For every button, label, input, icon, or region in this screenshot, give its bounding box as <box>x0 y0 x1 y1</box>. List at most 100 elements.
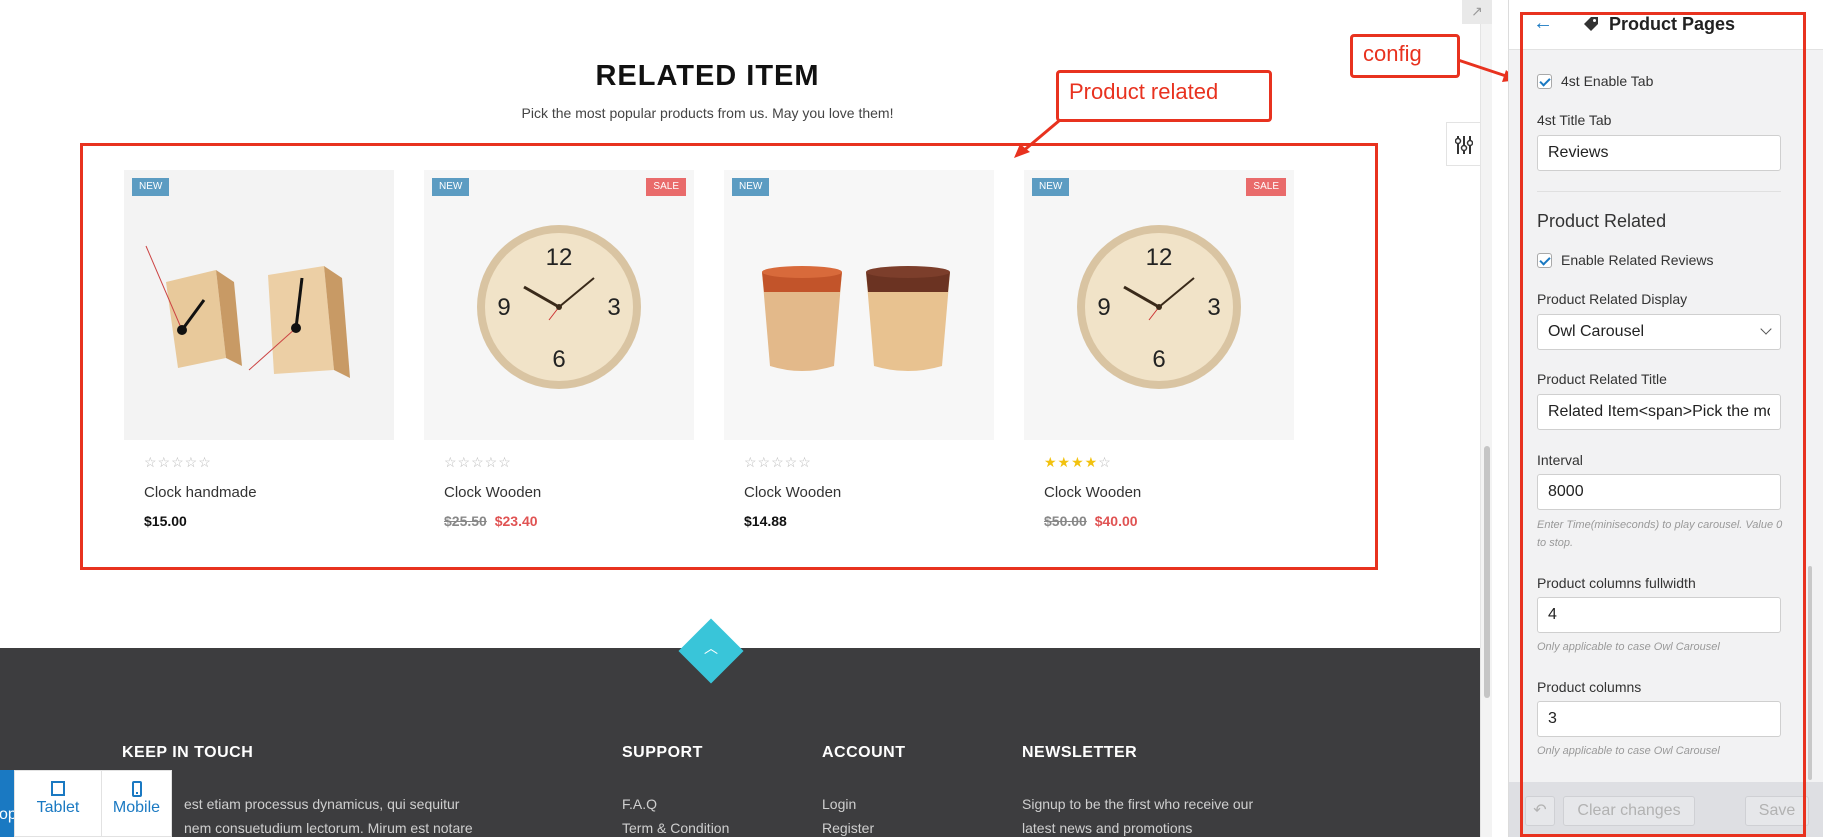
tab4-title-label: 4st Title Tab <box>1537 112 1612 128</box>
product-price: $15.00 <box>144 513 394 529</box>
annotation-arrow <box>1014 118 1061 158</box>
footer-link-login[interactable]: Login <box>822 792 906 816</box>
undo-icon[interactable]: ↶ <box>1525 796 1555 826</box>
tab4-enable-label: 4st Enable Tab <box>1561 73 1654 89</box>
footer-link-terms[interactable]: Term & Condition <box>622 816 729 837</box>
footer-newsletter: NEWSLETTER Signup to be the first who re… <box>1022 744 1253 837</box>
current-price: $15.00 <box>144 513 187 529</box>
svg-text:12: 12 <box>1146 244 1173 271</box>
footer-heading: KEEP IN TOUCH <box>122 744 254 761</box>
tablet-device-label: Tablet <box>36 799 80 816</box>
sale-badge: SALE <box>646 178 686 196</box>
footer-links: Login Register <box>822 792 906 837</box>
footer-links: F.A.Q Term & Condition <box>622 792 729 837</box>
panel-footer: ↶ Clear changes Save <box>1509 782 1823 837</box>
panel-scrollbar-thumb[interactable] <box>1808 566 1812 780</box>
customize-tool-button[interactable] <box>1446 122 1480 166</box>
related-display-select[interactable]: Owl Carousel <box>1537 314 1781 350</box>
footer-text: est etiam processus dynamicus, qui sequi… <box>122 792 473 837</box>
annotation-text: config <box>1363 41 1422 66</box>
product-image[interactable]: 12 3 6 9 NEW SALE <box>424 170 694 440</box>
columns-help: Only applicable to case Owl Carousel <box>1537 745 1720 757</box>
svg-text:12: 12 <box>546 244 573 271</box>
footer-link-faq[interactable]: F.A.Q <box>622 792 729 816</box>
footer-link-register[interactable]: Register <box>822 816 906 837</box>
footer-heading: ACCOUNT <box>822 744 906 761</box>
clear-changes-button[interactable]: Clear changes <box>1563 796 1695 826</box>
tag-icon <box>1584 17 1598 31</box>
rating-stars: ☆☆☆☆☆ <box>744 454 812 470</box>
footer-heading: NEWSLETTER <box>1022 744 1138 761</box>
old-price: $25.50 <box>444 513 487 529</box>
product-price: $14.88 <box>744 513 994 529</box>
enable-related-checkbox[interactable] <box>1537 253 1552 268</box>
enable-related-label: Enable Related Reviews <box>1561 252 1714 268</box>
footer-account: ACCOUNT Login Register <box>822 744 906 837</box>
save-button[interactable]: Save <box>1745 796 1809 826</box>
arrow-left-icon[interactable]: ← <box>1533 12 1553 35</box>
product-name[interactable]: Clock Wooden <box>744 484 994 501</box>
panel-title: Product Pages <box>1609 14 1736 34</box>
product-card[interactable]: 12 3 6 9 NEW SALE ☆☆☆☆☆ Clock Wooden $25… <box>424 170 694 529</box>
mobile-device-button[interactable]: Mobile <box>101 770 172 837</box>
product-name[interactable]: Clock handmade <box>144 484 394 501</box>
current-price: $23.40 <box>494 513 538 529</box>
columns-fullwidth-label: Product columns fullwidth <box>1537 575 1696 591</box>
footer-text-line: nem consuetudium lectorum. Mirum est not… <box>184 820 473 836</box>
product-name[interactable]: Clock Wooden <box>444 484 694 501</box>
product-name[interactable]: Clock Wooden <box>1044 484 1294 501</box>
product-related-annotation: Product related <box>1056 70 1272 122</box>
related-title-label: Product Related Title <box>1537 371 1667 387</box>
rating-stars: ★★★★☆ <box>1044 454 1112 470</box>
svg-text:6: 6 <box>1152 346 1165 373</box>
product-price: $25.50 $23.40 <box>444 513 694 529</box>
expand-icon[interactable]: ↗ <box>1462 0 1492 24</box>
footer-text: Signup to be the first who receive our l… <box>1022 792 1253 837</box>
product-card[interactable]: NEW ☆☆☆☆☆ Clock handmade $15.00 <box>124 170 394 529</box>
panel-scrollbar[interactable] <box>1808 50 1814 782</box>
mobile-device-label: Mobile <box>112 799 161 816</box>
interval-input[interactable] <box>1537 474 1781 510</box>
device-switcher: op Tablet Mobile <box>0 770 172 837</box>
annotation-text: Product related <box>1069 79 1219 104</box>
sale-badge: SALE <box>1246 178 1286 196</box>
page-root: RELATED ITEM Pick the most popular produ… <box>0 0 1823 837</box>
store-preview: RELATED ITEM Pick the most popular produ… <box>0 0 1480 837</box>
preview-scrollbar-thumb[interactable] <box>1484 446 1490 698</box>
columns-fullwidth-input[interactable] <box>1537 597 1781 633</box>
product-image[interactable]: NEW <box>124 170 394 440</box>
current-price: $14.88 <box>744 513 787 529</box>
svg-text:9: 9 <box>497 294 510 321</box>
footer-heading: SUPPORT <box>622 744 703 761</box>
sliders-icon <box>1455 136 1473 154</box>
product-card[interactable]: NEW ☆☆☆☆☆ Clock Wooden $14.88 <box>724 170 994 529</box>
rating-stars: ☆☆☆☆☆ <box>444 454 512 470</box>
footer-text-line: Signup to be the first who receive our <box>1022 796 1254 812</box>
tab4-title-input[interactable] <box>1537 135 1781 171</box>
chevron-up-icon: ︿ <box>704 640 718 656</box>
footer-support: SUPPORT F.A.Q Term & Condition <box>622 744 729 837</box>
new-badge: NEW <box>1032 178 1070 196</box>
product-card[interactable]: 12 3 6 9 NEW SALE ★★★★☆ Clock Wooden $50… <box>1024 170 1294 529</box>
columns-label: Product columns <box>1537 679 1642 695</box>
product-image[interactable]: NEW <box>724 170 994 440</box>
product-image[interactable]: 12 3 6 9 NEW SALE <box>1024 170 1294 440</box>
current-price: $40.00 <box>1094 513 1138 529</box>
product-price: $50.00 $40.00 <box>1044 513 1294 529</box>
tab4-enable-checkbox[interactable] <box>1537 74 1552 89</box>
new-badge: NEW <box>732 178 770 196</box>
chevron-down-icon <box>1760 323 1772 335</box>
section-divider <box>1537 191 1781 192</box>
columns-input[interactable] <box>1537 701 1781 737</box>
footer-text-line: latest news and promotions <box>1022 820 1193 836</box>
tablet-device-button[interactable]: Tablet <box>14 770 102 837</box>
preview-scrollbar[interactable] <box>1480 0 1492 837</box>
related-title-input[interactable] <box>1537 394 1781 430</box>
interval-label: Interval <box>1537 452 1583 468</box>
svg-text:3: 3 <box>1207 294 1220 321</box>
columns-fullwidth-help: Only applicable to case Owl Carousel <box>1537 641 1720 653</box>
new-badge: NEW <box>432 178 470 196</box>
footer-text-line: est etiam processus dynamicus, qui sequi… <box>184 796 460 812</box>
desktop-device-button[interactable]: op <box>0 770 14 837</box>
product-related-heading: Product Related <box>1537 211 1667 231</box>
